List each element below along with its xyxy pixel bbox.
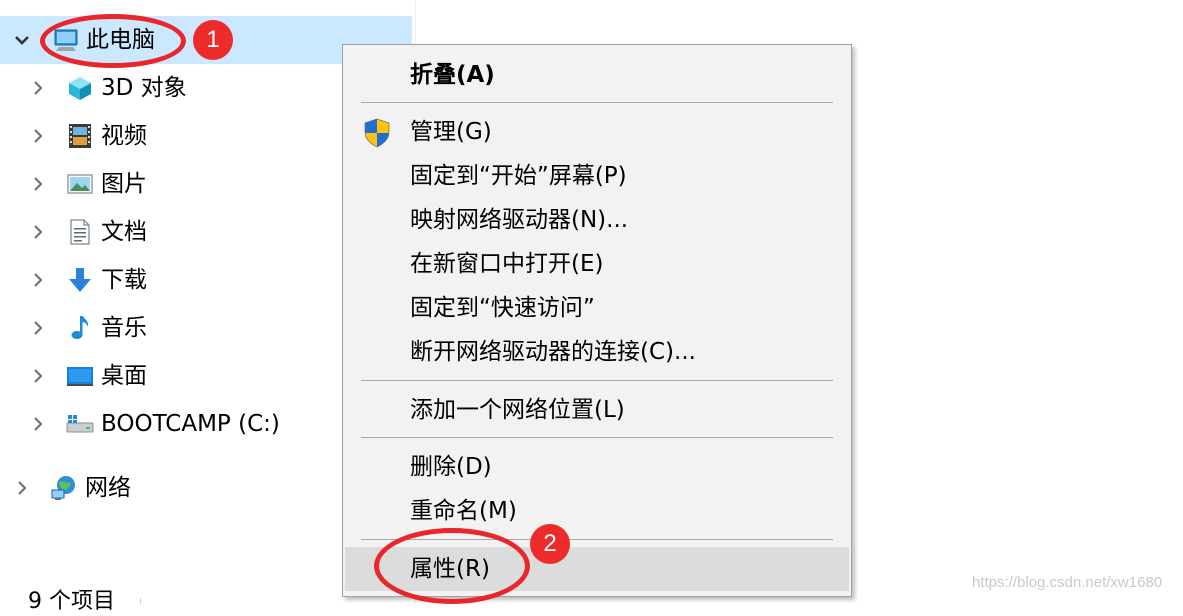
menu-item-disconnect-network-drive[interactable]: 断开网络驱动器的连接(C)... [345,330,849,374]
pictures-icon [66,170,94,198]
network-icon [50,474,78,502]
music-icon [66,314,94,342]
menu-item-label: 断开网络驱动器的连接(C)... [410,339,696,365]
chevron-down-icon[interactable] [12,30,32,50]
menu-separator [361,380,833,381]
menu-item-label: 管理(G) [410,119,492,145]
status-bar-divider [140,598,141,604]
chevron-right-icon[interactable] [28,78,48,98]
downloads-icon [66,266,94,294]
nav-label-bootcamp-drive: BOOTCAMP (C:) [101,411,280,437]
menu-item-label: 固定到“快速访问” [410,295,595,321]
nav-label-downloads: 下载 [101,267,147,293]
menu-item-label: 添加一个网络位置(L) [410,397,625,423]
documents-icon [66,218,94,246]
chevron-right-icon[interactable] [28,414,48,434]
annotation-circle-1 [40,14,186,68]
menu-item-rename[interactable]: 重命名(M) [345,489,849,533]
annotation-circle-2 [374,528,530,604]
videos-icon [66,122,94,150]
menu-item-label: 固定到“开始”屏幕(P) [410,163,627,189]
annotation-badge-2: 2 [530,524,570,564]
nav-label-network: 网络 [85,475,131,501]
chevron-right-icon[interactable] [12,478,32,498]
chevron-right-icon[interactable] [28,126,48,146]
menu-separator [361,437,833,438]
nav-label-desktop: 桌面 [101,363,147,389]
desktop-icon [66,362,94,390]
nav-label-documents: 文档 [101,219,147,245]
nav-label-music: 音乐 [101,315,147,341]
menu-item-collapse[interactable]: 折叠(A) [345,53,849,97]
menu-item-open-new-window[interactable]: 在新窗口中打开(E) [345,242,849,286]
chevron-right-icon[interactable] [28,366,48,386]
menu-item-delete[interactable]: 删除(D) [345,445,849,489]
menu-item-add-network-location[interactable]: 添加一个网络位置(L) [345,388,849,432]
watermark: https://blog.csdn.net/xw1680 [972,574,1163,591]
context-menu: 折叠(A) 管理(G) 固定到“开始”屏幕(P) 映射网络驱动器(N)... 在… [342,44,852,597]
menu-item-pin-quick-access[interactable]: 固定到“快速访问” [345,286,849,330]
menu-item-label: 在新窗口中打开(E) [410,251,604,277]
menu-item-label: 重命名(M) [410,498,517,524]
menu-item-label: 折叠(A) [410,62,495,88]
nav-label-pictures: 图片 [101,171,147,197]
chevron-right-icon[interactable] [28,174,48,194]
menu-item-pin-to-start[interactable]: 固定到“开始”屏幕(P) [345,154,849,198]
menu-item-manage[interactable]: 管理(G) [345,110,849,154]
annotation-badge-1: 1 [193,20,233,60]
menu-item-label: 删除(D) [410,454,492,480]
nav-label-3d-objects: 3D 对象 [101,75,187,101]
chevron-right-icon[interactable] [28,222,48,242]
3d-objects-icon [66,74,94,102]
chevron-right-icon[interactable] [28,318,48,338]
status-bar-item-count: 9 个项目 [28,589,115,614]
menu-item-map-network-drive[interactable]: 映射网络驱动器(N)... [345,198,849,242]
uac-shield-icon [362,118,392,148]
nav-label-videos: 视频 [101,123,147,149]
menu-item-label: 映射网络驱动器(N)... [410,207,629,233]
chevron-right-icon[interactable] [28,270,48,290]
drive-icon [66,410,94,438]
menu-separator [361,102,833,103]
